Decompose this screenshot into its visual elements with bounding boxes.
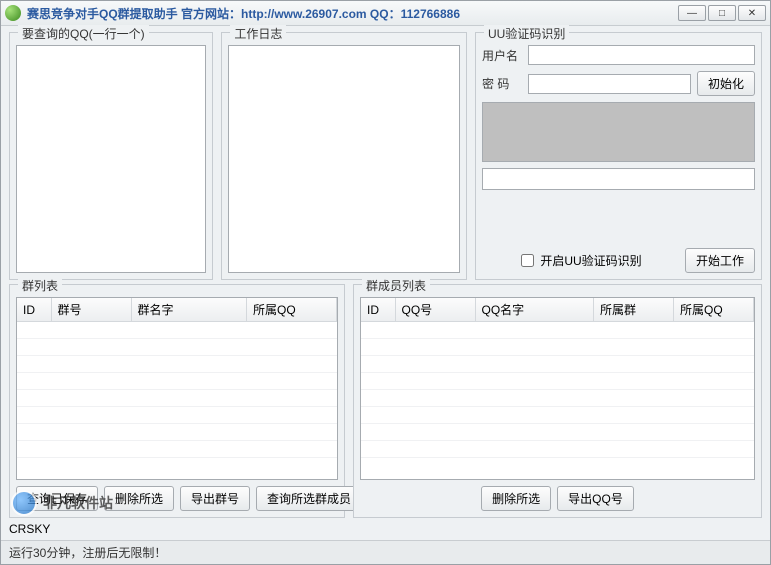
start-work-button[interactable]: 开始工作 xyxy=(685,248,755,273)
uu-pass-input[interactable] xyxy=(528,74,691,94)
members-col-id[interactable]: ID xyxy=(361,298,395,322)
groups-actions: 查询已保存 删除所选 导出群号 查询所选群成员 xyxy=(16,480,338,511)
log-textarea[interactable] xyxy=(228,45,460,273)
table-row xyxy=(17,390,337,407)
log-legend: 工作日志 xyxy=(230,25,286,42)
maximize-button[interactable]: □ xyxy=(708,5,736,21)
uu-enable-checkbox[interactable]: 开启UU验证码识别 xyxy=(482,251,677,270)
groups-col-owner[interactable]: 所属QQ xyxy=(247,298,337,322)
table-row xyxy=(17,424,337,441)
table-row xyxy=(361,356,754,373)
uu-user-row: 用户名 xyxy=(482,45,755,65)
top-row: 要查询的QQ(一行一个) 工作日志 UU验证码识别 用户名 密 码 xyxy=(9,32,762,280)
app-icon xyxy=(5,5,21,21)
table-row xyxy=(17,339,337,356)
uu-pass-label: 密 码 xyxy=(482,75,522,92)
table-row xyxy=(17,356,337,373)
uu-init-button[interactable]: 初始化 xyxy=(697,71,755,96)
window-controls: — □ ✕ xyxy=(678,5,766,21)
query-textarea[interactable] xyxy=(16,45,206,273)
uu-user-input[interactable] xyxy=(528,45,755,65)
status-text: 运行30分钟，注册后无限制！ xyxy=(9,544,166,561)
query-group: 要查询的QQ(一行一个) xyxy=(9,32,213,280)
groups-col-number[interactable]: 群号 xyxy=(51,298,131,322)
table-row xyxy=(361,373,754,390)
save-queried-button[interactable]: 查询已保存 xyxy=(16,486,98,511)
uu-enable-label: 开启UU验证码识别 xyxy=(540,252,641,269)
groups-col-id[interactable]: ID xyxy=(17,298,51,322)
uu-legend: UU验证码识别 xyxy=(484,25,569,42)
members-list-group: 群成员列表 ID QQ号 QQ名字 所属群 所属QQ xyxy=(353,284,762,518)
delete-selected-members-button[interactable]: 删除所选 xyxy=(481,486,551,511)
members-col-name[interactable]: QQ名字 xyxy=(475,298,594,322)
log-group: 工作日志 xyxy=(221,32,467,280)
window-title: 赛思竞争对手QQ群提取助手 官方网站：http://www.26907.com … xyxy=(27,5,678,22)
members-list-legend: 群成员列表 xyxy=(362,277,430,294)
app-window: 赛思竞争对手QQ群提取助手 官方网站：http://www.26907.com … xyxy=(0,0,771,565)
members-col-qq[interactable]: QQ号 xyxy=(395,298,475,322)
uu-pass-row: 密 码 初始化 xyxy=(482,71,755,96)
captcha-image xyxy=(482,102,755,162)
table-row xyxy=(361,322,754,339)
groups-listview[interactable]: ID 群号 群名字 所属QQ xyxy=(16,297,338,480)
members-col-owner[interactable]: 所属QQ xyxy=(674,298,754,322)
table-row xyxy=(17,322,337,339)
delete-selected-groups-button[interactable]: 删除所选 xyxy=(104,486,174,511)
groups-list-legend: 群列表 xyxy=(18,277,62,294)
uu-user-label: 用户名 xyxy=(482,47,522,64)
table-row xyxy=(361,390,754,407)
watermark-domain: CRSKY xyxy=(9,522,762,536)
query-legend: 要查询的QQ(一行一个) xyxy=(18,25,149,42)
table-row xyxy=(17,373,337,390)
table-row xyxy=(361,407,754,424)
captcha-input[interactable] xyxy=(482,168,755,190)
groups-col-name[interactable]: 群名字 xyxy=(131,298,247,322)
groups-list-group: 群列表 ID 群号 群名字 所属QQ xyxy=(9,284,345,518)
table-row xyxy=(17,407,337,424)
minimize-button[interactable]: — xyxy=(678,5,706,21)
query-selected-members-button[interactable]: 查询所选群成员 xyxy=(256,486,362,511)
uu-enable-input[interactable] xyxy=(521,254,534,267)
titlebar: 赛思竞争对手QQ群提取助手 官方网站：http://www.26907.com … xyxy=(1,1,770,26)
content-area: 要查询的QQ(一行一个) 工作日志 UU验证码识别 用户名 密 码 xyxy=(1,26,770,540)
close-button[interactable]: ✕ xyxy=(738,5,766,21)
uu-bottom-row: 开启UU验证码识别 开始工作 xyxy=(482,248,755,273)
export-qq-button[interactable]: 导出QQ号 xyxy=(557,486,634,511)
table-row xyxy=(361,339,754,356)
statusbar: 运行30分钟，注册后无限制！ xyxy=(1,540,770,564)
export-group-id-button[interactable]: 导出群号 xyxy=(180,486,250,511)
table-row xyxy=(17,441,337,458)
members-actions: 删除所选 导出QQ号 xyxy=(360,480,755,511)
members-col-group[interactable]: 所属群 xyxy=(594,298,674,322)
uu-group: UU验证码识别 用户名 密 码 初始化 xyxy=(475,32,762,280)
lists-row: 群列表 ID 群号 群名字 所属QQ xyxy=(9,284,762,518)
table-row xyxy=(361,424,754,441)
members-listview[interactable]: ID QQ号 QQ名字 所属群 所属QQ xyxy=(360,297,755,480)
table-row xyxy=(361,441,754,458)
